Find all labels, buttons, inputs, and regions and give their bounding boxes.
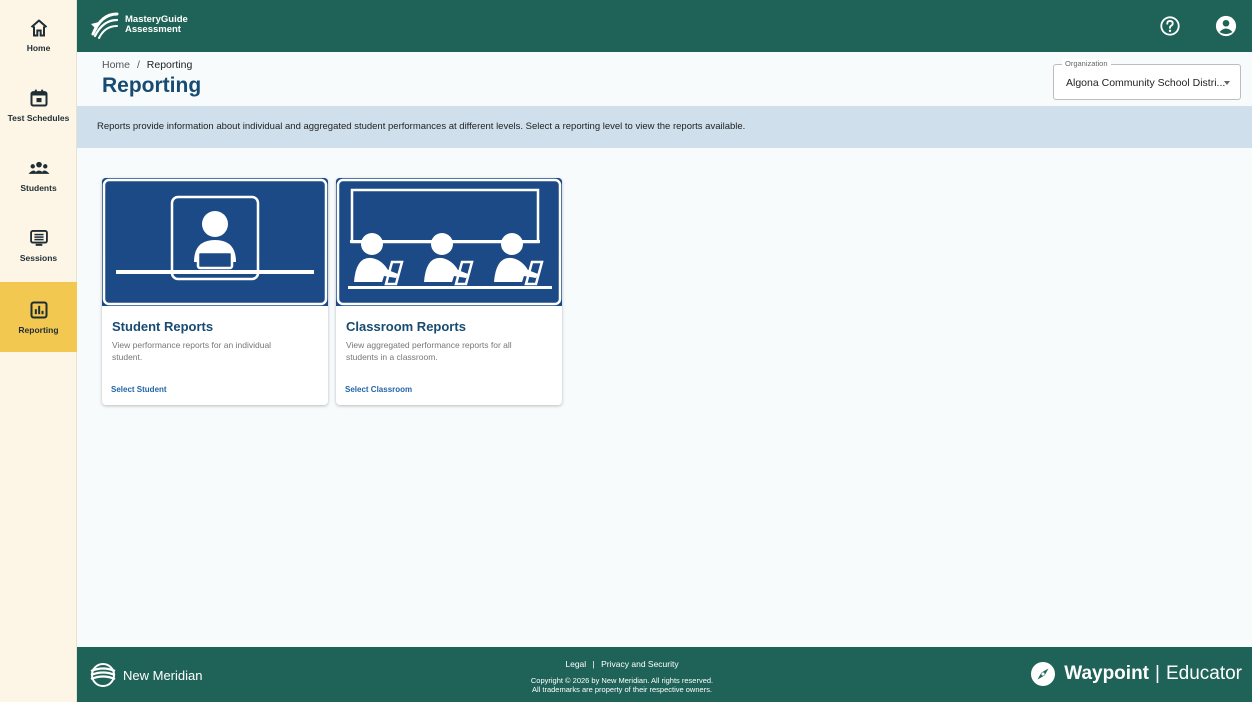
- organization-select[interactable]: Organization Algona Community School Dis…: [1053, 59, 1241, 100]
- sidebar-item-test-schedules[interactable]: Test Schedules: [0, 70, 77, 140]
- waypoint-subtitle: Educator: [1165, 663, 1242, 684]
- sidebar: Home Test Schedules Students Sessions Re…: [0, 0, 77, 702]
- copyright-text: Copyright © 2026 by New Meridian. All ri…: [530, 676, 714, 685]
- masteryguide-logo-icon: [91, 12, 119, 39]
- sidebar-item-students[interactable]: Students: [0, 140, 77, 210]
- student-reports-card[interactable]: Student Reports View performance reports…: [102, 178, 328, 405]
- legal-link[interactable]: Legal: [565, 659, 586, 669]
- card-title: Student Reports: [112, 319, 214, 334]
- footer-link-separator: |: [592, 659, 595, 669]
- select-student-link[interactable]: Select Student: [111, 385, 167, 394]
- breadcrumb-current: Reporting: [146, 59, 193, 71]
- app-footer: New Meridian Legal | Privacy and Securit…: [77, 647, 1252, 702]
- organization-label: Organization: [1062, 59, 1111, 68]
- student-illustration: [102, 178, 328, 306]
- masteryguide-logo[interactable]: MasteryGuide Assessment: [89, 10, 188, 40]
- footer-copyright: Copyright © 2026 by New Meridian. All ri…: [77, 676, 1167, 694]
- info-banner-text: Reports provide information about indivi…: [97, 121, 746, 132]
- classroom-illustration: [336, 178, 562, 306]
- sidebar-item-label: Test Schedules: [7, 113, 70, 123]
- sidebar-item-label: Reporting: [18, 325, 59, 335]
- organization-value: Algona Community School Distri...: [1066, 77, 1226, 89]
- card-description: View performance reports for an individu…: [112, 340, 272, 362]
- privacy-link[interactable]: Privacy and Security: [601, 659, 678, 669]
- sidebar-item-sessions[interactable]: Sessions: [0, 210, 77, 280]
- sidebar-item-label: Home: [26, 43, 51, 53]
- breadcrumb: Home / Reporting: [102, 59, 192, 71]
- classroom-reports-card[interactable]: Classroom Reports View aggregated perfor…: [336, 178, 562, 405]
- home-icon: [28, 17, 50, 39]
- reporting-icon: [28, 299, 50, 321]
- card-title: Classroom Reports: [346, 319, 466, 334]
- app-header: MasteryGuide Assessment: [77, 0, 1252, 52]
- sidebar-item-reporting[interactable]: Reporting: [0, 282, 77, 352]
- trademarks-text: All trademarks are property of their res…: [531, 685, 713, 694]
- select-classroom-link[interactable]: Select Classroom: [345, 385, 412, 394]
- card-description: View aggregated performance reports for …: [346, 340, 512, 362]
- account-icon[interactable]: [1215, 15, 1237, 37]
- page-title: Reporting: [102, 74, 202, 97]
- chevron-down-icon: [1224, 81, 1230, 85]
- waypoint-logo[interactable]: Waypoint | Educator: [1030, 661, 1242, 687]
- sidebar-item-label: Sessions: [19, 253, 58, 263]
- breadcrumb-separator: /: [136, 59, 140, 71]
- info-banner: Reports provide information about indivi…: [77, 106, 1252, 148]
- calendar-icon: [28, 87, 50, 109]
- breadcrumb-home[interactable]: Home: [102, 59, 130, 71]
- waypoint-separator: |: [1155, 663, 1160, 684]
- footer-links: Legal | Privacy and Security: [77, 659, 1167, 669]
- sidebar-item-home[interactable]: Home: [0, 0, 77, 70]
- sessions-icon: [28, 227, 50, 249]
- students-icon: [28, 157, 50, 179]
- compass-icon: [1031, 662, 1056, 686]
- help-icon[interactable]: [1159, 15, 1181, 37]
- waypoint-brand: Waypoint: [1064, 663, 1150, 684]
- sidebar-item-label: Students: [20, 183, 57, 193]
- logo-line-2: Assessment: [125, 24, 181, 35]
